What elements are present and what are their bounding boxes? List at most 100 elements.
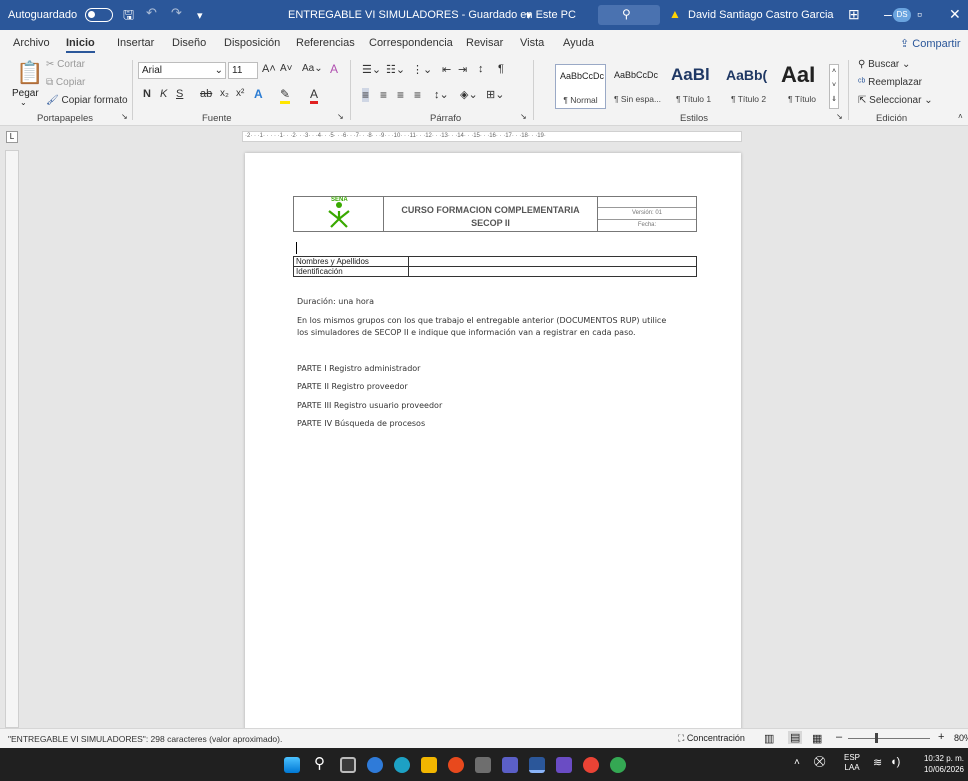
style-heading-2[interactable]: AaBb( ¶ Título 2 [722,64,775,109]
focus-button[interactable]: ⛶ Concentración [678,733,745,744]
duration-text[interactable]: Duración: una hora [297,297,374,306]
tab-disposicion[interactable]: Disposición [224,37,280,49]
tab-correspondencia[interactable]: Correspondencia [369,37,453,49]
align-left-icon[interactable]: ≡ [362,88,370,102]
increase-indent-icon[interactable]: ⇥ [458,63,467,76]
save-icon[interactable]: 🖫 [123,6,134,28]
tab-insertar[interactable]: Insertar [117,37,154,49]
windows-start-icon[interactable] [284,757,300,773]
autosave-toggle[interactable] [85,8,113,22]
table-cell-value[interactable] [408,266,697,277]
zoom-out-icon[interactable]: – [836,731,842,743]
borders-icon[interactable]: ⊞⌄ [486,88,504,101]
part-item[interactable]: PARTE III Registro usuario proveedor [297,401,442,410]
instructions-line1[interactable]: En los mismos grupos con los que trabajo… [297,316,666,325]
minimize-icon[interactable]: – [884,6,892,22]
search-box[interactable]: ⚲ [598,5,660,25]
zoom-slider-thumb[interactable] [875,733,878,743]
document-page[interactable]: SENA CURSO FORMACION COMPLEMENTARIA SECO… [245,153,741,733]
share-button[interactable]: ⇪ Compartir [900,37,961,50]
style-title[interactable]: AaI ¶ Título [777,64,827,109]
styles-scroll[interactable]: ˄ ˅ ⇓ [829,64,839,109]
zoom-slider[interactable] [848,738,930,739]
shrink-font-icon[interactable]: A˅ [280,63,293,74]
instructions-line2[interactable]: los simuladores de SECOP II e indique qu… [297,328,636,337]
language-indicator[interactable]: ESP LAA [844,753,860,773]
paste-dropdown-icon[interactable]: ⌄ [20,98,27,107]
pilcrow-icon[interactable]: ¶ [498,63,504,75]
title-chevron-icon[interactable]: ▾ [526,9,532,22]
zoom-in-icon[interactable]: + [938,731,944,743]
justify-icon[interactable]: ≡ [414,88,421,102]
part-item[interactable]: PARTE IV Búsqueda de procesos [297,419,425,428]
tab-vista[interactable]: Vista [520,37,544,49]
vertical-ruler[interactable] [5,150,19,728]
m365-icon[interactable] [556,757,572,773]
multilevel-list-icon[interactable]: ⋮⌄ [412,63,432,76]
wifi-icon[interactable]: ≋ [873,756,882,769]
replace-button[interactable]: ᶜᵇ Reemplazar [858,77,922,88]
bold-button[interactable]: N [143,88,151,100]
read-mode-icon[interactable]: ▥ [764,732,774,745]
highlight-icon[interactable]: ✎ [280,87,291,104]
user-name[interactable]: David Santiago Castro Garcia [688,9,834,21]
close-icon[interactable]: ✕ [949,6,961,23]
copy-button[interactable]: ⧉ Copiar [46,77,85,88]
numbering-icon[interactable]: ☷⌄ [386,63,405,76]
zoom-level[interactable]: 80% [954,733,968,743]
restore-icon[interactable]: ▫ [917,6,922,22]
tab-selector[interactable]: L [6,131,18,143]
search-icon[interactable]: ⚲ [314,754,325,772]
part-item[interactable]: PARTE II Registro proveedor [297,382,408,391]
clipboard-launcher-icon[interactable]: ↘ [121,112,128,121]
tab-revisar[interactable]: Revisar [466,37,503,49]
superscript-icon[interactable]: x² [236,88,244,99]
line-spacing-icon[interactable]: ↕⌄ [434,88,449,101]
clock[interactable]: 10:32 p. m. 10/06/2026 [914,753,964,775]
word-count[interactable]: "ENTREGABLE VI SIMULADORES": 298 caracte… [8,734,282,744]
select-button[interactable]: ⇱ Seleccionar ⌄ [858,95,933,106]
collapse-ribbon-icon[interactable]: ˄ [958,112,963,121]
ribbon-display-icon[interactable]: ⊞ [848,6,860,23]
decrease-indent-icon[interactable]: ⇤ [442,63,451,76]
volume-icon[interactable]: ◖) [890,756,900,768]
style-no-spacing[interactable]: AaBbCcDc ¶ Sin espa... [610,64,665,109]
word-icon[interactable] [529,757,545,773]
tab-ayuda[interactable]: Ayuda [563,37,594,49]
document-title[interactable]: ENTREGABLE VI SIMULADORES - Guardado en … [288,9,576,21]
horizontal-ruler[interactable]: ·2· · ·1· · · · ·1· · ·2· · ·3· · ·4· · … [242,131,742,142]
font-color-icon[interactable]: A [310,87,319,104]
strikethrough-icon[interactable]: ab [200,88,212,100]
cut-button[interactable]: ✂ Cortar [46,59,85,70]
table-cell-value[interactable] [408,256,697,267]
undo-icon[interactable]: ↶ [146,5,157,21]
format-painter-button[interactable]: 🖌 Copiar formato [46,95,128,106]
subscript-icon[interactable]: x₂ [220,88,229,99]
underline-button[interactable]: S [176,88,183,100]
part-item[interactable]: PARTE I Registro administrador [297,364,420,373]
chrome-alt-icon[interactable] [610,757,626,773]
font-name-select[interactable]: Arial ⌄ [138,62,226,79]
table-cell-label[interactable]: Nombres y Apellidos [293,256,409,267]
styles-launcher-icon[interactable]: ↘ [836,112,843,121]
style-heading-1[interactable]: AaBl ¶ Título 1 [667,64,720,109]
network-off-icon[interactable]: ⛒ [814,756,825,769]
chrome-icon[interactable] [448,757,464,773]
table-cell-label[interactable]: Identificación [293,266,409,277]
file-explorer-icon[interactable] [421,757,437,773]
align-right-icon[interactable]: ≡ [397,88,404,102]
calculator-icon[interactable] [475,757,491,773]
shading-icon[interactable]: ◈⌄ [460,88,478,101]
italic-button[interactable]: K [160,88,167,100]
style-normal[interactable]: AaBbCcDc ¶ Normal [555,64,606,109]
change-case-icon[interactable]: Aa⌄ [302,63,323,74]
find-button[interactable]: ⚲ Buscar ⌄ [858,59,910,70]
sort-icon[interactable]: ↕ [478,63,484,75]
avatar[interactable]: DS [893,8,911,22]
tray-chevron-icon[interactable]: ˄ [794,757,800,768]
print-layout-icon[interactable]: ▤ [788,731,803,744]
tab-inicio[interactable]: Inicio [66,37,95,53]
tab-referencias[interactable]: Referencias [296,37,355,49]
font-size-select[interactable]: 11 [228,62,258,79]
vertical-scrollbar[interactable] [955,150,968,728]
